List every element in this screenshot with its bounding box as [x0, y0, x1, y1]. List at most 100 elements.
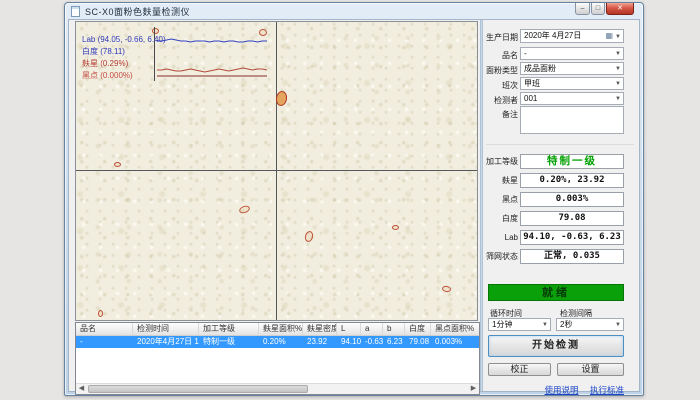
manual-link[interactable]: 使用说明 [545, 385, 579, 395]
chevron-down-icon[interactable]: ▼ [615, 80, 621, 88]
product-name-select[interactable]: - ▼ [520, 47, 624, 60]
inspector-select[interactable]: 001 ▼ [520, 92, 624, 105]
calibrate-button[interactable]: 校正 [488, 363, 551, 376]
table-cell: 79.08 [405, 336, 431, 348]
trend-chart [154, 27, 268, 81]
production-date-label: 生产日期 [484, 32, 518, 43]
title-bar[interactable]: SC-X0面粉色麸量检测仪 – □ ✕ [65, 3, 643, 19]
blackspot-value: 0.003% [520, 192, 624, 207]
table-cell: 特制一级 [199, 336, 259, 348]
table-cell: 94.10 [337, 336, 361, 348]
table-cell: - [76, 336, 133, 348]
bran-label: 麸星 [484, 173, 518, 188]
lab-label: Lab [484, 230, 518, 245]
remarks-label: 备注 [484, 109, 518, 120]
column-header[interactable]: 加工等级 [199, 323, 259, 335]
table-cell: 0.20% [259, 336, 303, 348]
column-header[interactable]: b [383, 323, 405, 335]
sieve-status-label: 筛网状态 [484, 249, 518, 264]
inspector-value: 001 [524, 94, 537, 103]
maximize-button[interactable]: □ [591, 3, 605, 15]
horizontal-scrollbar[interactable]: ◀ ▶ [76, 383, 479, 394]
shift-label: 班次 [484, 80, 518, 91]
interval-value: 2秒 [560, 320, 572, 329]
divider [486, 144, 634, 145]
bran-speck [392, 225, 399, 230]
bran-speck [98, 310, 103, 317]
overlay-line: 白度 (78.11) [82, 46, 166, 58]
cycle-time-value: 1分钟 [492, 320, 512, 329]
status-banner: 就绪 [488, 284, 624, 301]
overlay-line: 黑点 (0.000%) [82, 70, 166, 82]
column-header[interactable]: a [361, 323, 383, 335]
column-header[interactable]: 白度 [405, 323, 431, 335]
detection-history-table: 品名检测时间加工等级麸星面积%麸星密度Lab白度黑点面积% -2020年4月27… [75, 322, 480, 395]
chevron-down-icon[interactable]: ▼ [615, 33, 621, 41]
column-header[interactable]: L [337, 323, 361, 335]
sample-image-view: Lab (94.05, -0.66, 6.40)白度 (78.11)麸星 (0.… [75, 21, 478, 321]
column-header[interactable]: 麸星密度 [303, 323, 337, 335]
overlay-line: 麸星 (0.29%) [82, 58, 166, 70]
calendar-icon: ▦ [605, 31, 613, 41]
overlay-readout: Lab (94.05, -0.66, 6.40)白度 (78.11)麸星 (0.… [82, 34, 166, 82]
client-area: Lab (94.05, -0.66, 6.40)白度 (78.11)麸星 (0.… [68, 19, 640, 392]
settings-button[interactable]: 设置 [557, 363, 624, 376]
crosshair-horizontal-line [76, 170, 477, 171]
bran-speck [304, 230, 315, 243]
scroll-left-arrow-icon[interactable]: ◀ [76, 384, 87, 394]
product-name-label: 品名 [484, 50, 518, 61]
start-detection-button[interactable]: 开始检测 [488, 335, 624, 357]
column-header[interactable]: 检测时间 [133, 323, 199, 335]
inspector-label: 检测者 [484, 95, 518, 106]
cycle-time-select[interactable]: 1分钟 ▼ [488, 318, 551, 331]
column-header[interactable]: 品名 [76, 323, 133, 335]
bran-speck [114, 162, 121, 167]
column-header[interactable]: 黑点面积% [431, 323, 480, 335]
window-title: SC-X0面粉色麸量检测仪 [85, 5, 190, 18]
whiteness-value: 79.08 [520, 211, 624, 226]
table-row[interactable]: -2020年4月27日 11:10特制一级0.20%23.9294.10-0.6… [76, 336, 479, 348]
overlay-line: Lab (94.05, -0.66, 6.40) [82, 34, 166, 46]
shift-value: 甲班 [524, 79, 540, 88]
scrollbar-thumb[interactable] [88, 385, 308, 393]
lab-value: 94.10, -0.63, 6.23 [520, 230, 624, 245]
chevron-down-icon[interactable]: ▼ [615, 321, 621, 329]
shift-select[interactable]: 甲班 ▼ [520, 77, 624, 90]
sieve-status-value: 正常, 0.035 [520, 249, 624, 264]
bran-value: 0.20%, 23.92 [520, 173, 624, 188]
flour-type-label: 面粉类型 [484, 65, 518, 76]
product-name-value: - [524, 49, 527, 58]
bran-speck [238, 204, 251, 214]
production-date-field[interactable]: 2020年 4月27日 ▦ ▼ [520, 29, 624, 43]
panel-splitter[interactable] [480, 20, 483, 391]
column-header[interactable]: 麸星面积% [259, 323, 303, 335]
scroll-right-arrow-icon[interactable]: ▶ [468, 384, 479, 394]
chevron-down-icon[interactable]: ▼ [615, 65, 621, 73]
chevron-down-icon[interactable]: ▼ [615, 95, 621, 103]
minimize-button[interactable]: – [575, 3, 590, 15]
table-cell: 2020年4月27日 11:10 [133, 336, 199, 348]
bran-speck [275, 90, 288, 106]
control-panel: 生产日期 2020年 4月27日 ▦ ▼ 品名 - ▼ 面粉类型 成品面粉 ▼ … [484, 20, 640, 391]
app-window: SC-X0面粉色麸量检测仪 – □ ✕ Lab (94.05, -0.66, 6… [64, 2, 644, 396]
table-cell: -0.63 [361, 336, 383, 348]
blackspot-label: 黑点 [484, 192, 518, 207]
whiteness-label: 白度 [484, 211, 518, 226]
standard-link[interactable]: 执行标准 [590, 385, 624, 395]
crosshair-vertical-line [276, 22, 277, 320]
table-header-row: 品名检测时间加工等级麸星面积%麸星密度Lab白度黑点面积% [76, 323, 479, 336]
bran-speck [442, 285, 452, 292]
flour-type-value: 成品面粉 [524, 64, 556, 73]
table-cell: 0.003% [431, 336, 480, 348]
chevron-down-icon[interactable]: ▼ [615, 50, 621, 58]
table-cell: 23.92 [303, 336, 337, 348]
remarks-textarea[interactable] [520, 106, 624, 134]
interval-select[interactable]: 2秒 ▼ [556, 318, 624, 331]
production-date-value: 2020年 4月27日 [524, 31, 581, 40]
grade-label: 加工等级 [484, 154, 518, 169]
flour-type-select[interactable]: 成品面粉 ▼ [520, 62, 624, 75]
close-button[interactable]: ✕ [606, 3, 634, 15]
chevron-down-icon[interactable]: ▼ [542, 321, 548, 329]
table-cell: 6.23 [383, 336, 405, 348]
app-icon [71, 6, 80, 17]
